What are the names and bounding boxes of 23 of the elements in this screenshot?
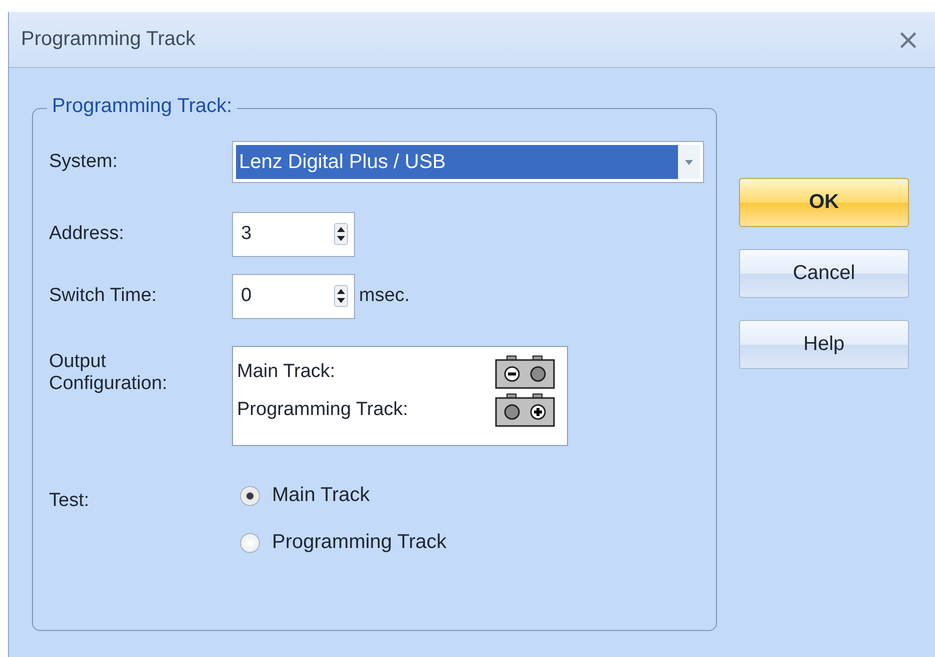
- spinner-arrows-icon[interactable]: [334, 285, 348, 307]
- track-label: Programming Track:: [237, 399, 408, 421]
- radio-label: Programming Track: [272, 531, 446, 554]
- dialog-button[interactable]: Cancel: [739, 249, 909, 298]
- radio-button[interactable]: [240, 486, 260, 506]
- number-field[interactable]: 0: [232, 274, 355, 318]
- track-label: Main Track:: [237, 361, 336, 383]
- field-label: Output Configuration:: [49, 350, 168, 395]
- dialog-button[interactable]: Help: [739, 320, 909, 369]
- field-label: Address:: [49, 223, 125, 245]
- close-button[interactable]: ×: [892, 23, 924, 56]
- group-title: Programming Track:: [47, 95, 238, 118]
- field-label: Switch Time:: [49, 285, 158, 307]
- unit-label: msec.: [359, 285, 410, 307]
- field-label: Test:: [49, 489, 90, 512]
- window-title: Programming Track: [21, 28, 196, 51]
- dialog-button[interactable]: OK: [739, 178, 909, 227]
- system-dropdown[interactable]: Lenz Digital Plus / USB: [232, 141, 704, 183]
- field-label: System:: [49, 151, 119, 173]
- spinner-arrows-icon[interactable]: [334, 223, 348, 245]
- radio-button[interactable]: [240, 532, 260, 552]
- number-field[interactable]: 3: [232, 212, 355, 256]
- radio-label: Main Track: [272, 484, 370, 507]
